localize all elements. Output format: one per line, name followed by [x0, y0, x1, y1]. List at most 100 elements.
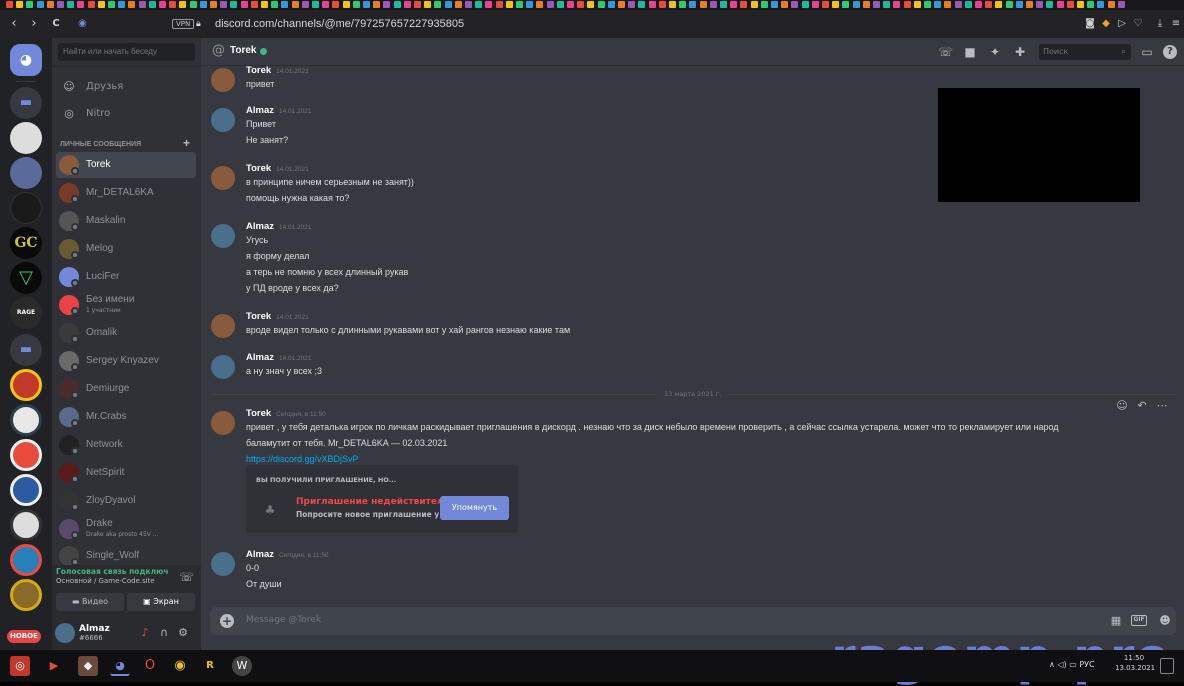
- help-icon[interactable]: ?: [1163, 45, 1177, 59]
- tab-favicon-icon[interactable]: [128, 1, 136, 8]
- friends-nav-item[interactable]: ☺ Друзья: [56, 74, 196, 100]
- tab-favicon-icon[interactable]: [771, 1, 778, 8]
- tab-favicon-icon[interactable]: [495, 1, 503, 8]
- tab-favicon-icon[interactable]: [567, 1, 574, 8]
- tab-favicon-icon[interactable]: [281, 1, 289, 8]
- tab-favicon-icon[interactable]: [26, 1, 34, 8]
- nitro-nav-item[interactable]: ◎ Nitro: [56, 101, 196, 127]
- add-friend-icon[interactable]: ✚: [1013, 45, 1027, 59]
- video-call-icon[interactable]: ■: [963, 45, 977, 59]
- tab-favicon-icon[interactable]: [1056, 1, 1064, 8]
- tab-favicon-icon[interactable]: [322, 1, 330, 8]
- user-avatar[interactable]: [55, 623, 75, 643]
- tab-favicon-icon[interactable]: [1005, 1, 1013, 8]
- settings-icon[interactable]: ⚙: [176, 626, 190, 640]
- video-stream-preview[interactable]: [938, 88, 1140, 202]
- tab-favicon-icon[interactable]: [199, 1, 207, 8]
- menu-icon[interactable]: ≡: [1166, 14, 1184, 34]
- dm-item[interactable]: Drake Drake aka prosto 45V ...: [56, 516, 196, 542]
- tab-favicon-icon[interactable]: [842, 1, 850, 8]
- forward-icon[interactable]: ›: [24, 14, 44, 34]
- tab-favicon-icon[interactable]: [658, 1, 666, 8]
- tab-favicon-icon[interactable]: [261, 1, 268, 8]
- dm-item[interactable]: Torek: [56, 152, 196, 178]
- server-wolf-icon[interactable]: [10, 122, 42, 154]
- message-avatar[interactable]: [211, 411, 235, 435]
- tab-favicon-icon[interactable]: [1026, 1, 1033, 8]
- tab-favicon-icon[interactable]: [628, 1, 636, 8]
- tab-favicon-icon[interactable]: [597, 1, 605, 8]
- tab-favicon-icon[interactable]: [87, 1, 95, 8]
- game-icon[interactable]: ◆: [78, 656, 98, 676]
- tab-favicon-icon[interactable]: [526, 1, 534, 8]
- tab-favicon-icon[interactable]: [1015, 1, 1023, 8]
- tab-favicon-icon[interactable]: [873, 1, 880, 8]
- tab-favicon-icon[interactable]: [852, 1, 860, 8]
- tab-favicon-icon[interactable]: [475, 1, 483, 8]
- address-bar[interactable]: ◉ VPN 🔒︎ discord.com/channels/@me/797257…: [78, 15, 1018, 33]
- tab-favicon-icon[interactable]: [832, 1, 840, 8]
- network-icon[interactable]: ▭: [1069, 660, 1077, 669]
- tab-favicon-icon[interactable]: [913, 1, 921, 8]
- tab-favicon-icon[interactable]: [424, 1, 432, 8]
- tab-favicon-icon[interactable]: [607, 1, 615, 8]
- message-author[interactable]: Almaz 14.01.2021: [246, 352, 312, 363]
- tab-favicon-icon[interactable]: [924, 1, 931, 8]
- tab-favicon-icon[interactable]: [1036, 1, 1044, 8]
- composer-placeholder[interactable]: Message @Torek: [246, 615, 321, 625]
- tab-favicon-icon[interactable]: [536, 1, 544, 8]
- more-icon[interactable]: ⋯: [1155, 399, 1169, 413]
- tab-favicon-icon[interactable]: [169, 1, 177, 8]
- tab-favicon-icon[interactable]: [301, 1, 309, 8]
- tab-favicon-icon[interactable]: [699, 1, 707, 8]
- tab-favicon-icon[interactable]: [342, 1, 350, 8]
- screen-share-button[interactable]: ▣ Экран: [127, 593, 195, 611]
- inbox-icon[interactable]: ▭: [1140, 45, 1154, 59]
- tab-favicon-icon[interactable]: [546, 1, 554, 8]
- tab-favicon-icon[interactable]: [312, 1, 319, 8]
- tab-favicon-icon[interactable]: [638, 1, 646, 8]
- language-indicator[interactable]: РУС: [1079, 660, 1094, 669]
- tab-favicon-icon[interactable]: [689, 1, 697, 8]
- call-icon[interactable]: ☏: [938, 45, 953, 59]
- gift-icon[interactable]: ▦: [1108, 613, 1124, 629]
- server-dark-icon[interactable]: [10, 192, 42, 224]
- tab-favicon-icon[interactable]: [791, 1, 799, 8]
- tab-favicon-icon[interactable]: [1066, 1, 1074, 8]
- tab-favicon-icon[interactable]: [883, 1, 891, 8]
- tab-favicon-icon[interactable]: [822, 1, 829, 8]
- video-player-icon[interactable]: ▶: [44, 656, 64, 676]
- video-button[interactable]: ▬ Видео: [56, 593, 124, 611]
- new-badge[interactable]: НОВОЕ: [7, 630, 41, 643]
- tab-favicon-icon[interactable]: [577, 1, 585, 8]
- tab-favicon-icon[interactable]: [77, 1, 85, 8]
- message-avatar[interactable]: [211, 552, 235, 576]
- tab-favicon-icon[interactable]: [179, 1, 187, 8]
- chat-search-input[interactable]: Поиск ⌕: [1039, 44, 1131, 60]
- message-author[interactable]: Torek Сегодня, в 11:50: [246, 408, 326, 419]
- emoji-icon[interactable]: ☻: [1157, 613, 1173, 629]
- voice-channel-info[interactable]: Основной / Game-Code.site: [56, 577, 155, 585]
- tab-favicon-icon[interactable]: [730, 1, 738, 8]
- tab-favicon-icon[interactable]: [36, 1, 44, 8]
- discord-home-icon[interactable]: ◕: [10, 44, 42, 76]
- tab-favicon-icon[interactable]: [465, 1, 472, 8]
- tab-favicon-icon[interactable]: [1087, 1, 1095, 8]
- tab-favicon-icon[interactable]: [485, 1, 493, 8]
- opera-icon[interactable]: O: [140, 656, 160, 676]
- tab-favicon-icon[interactable]: [210, 1, 217, 8]
- dm-item[interactable]: Maskalin: [56, 208, 196, 234]
- tab-favicon-icon[interactable]: [189, 1, 197, 8]
- tab-favicon-icon[interactable]: [240, 1, 248, 8]
- tab-favicon-icon[interactable]: [67, 1, 75, 8]
- tab-favicon-icon[interactable]: [750, 1, 758, 8]
- message-avatar[interactable]: [211, 166, 235, 190]
- tab-favicon-icon[interactable]: [403, 1, 411, 8]
- message-avatar[interactable]: [211, 108, 235, 132]
- w-app-icon[interactable]: W: [232, 656, 252, 676]
- server-medic-icon[interactable]: [10, 544, 42, 576]
- server-sheriff-icon[interactable]: [10, 579, 42, 611]
- tab-favicon-icon[interactable]: [740, 1, 748, 8]
- tab-strip[interactable]: [0, 0, 1184, 10]
- dm-item[interactable]: NetSpirit: [56, 460, 196, 486]
